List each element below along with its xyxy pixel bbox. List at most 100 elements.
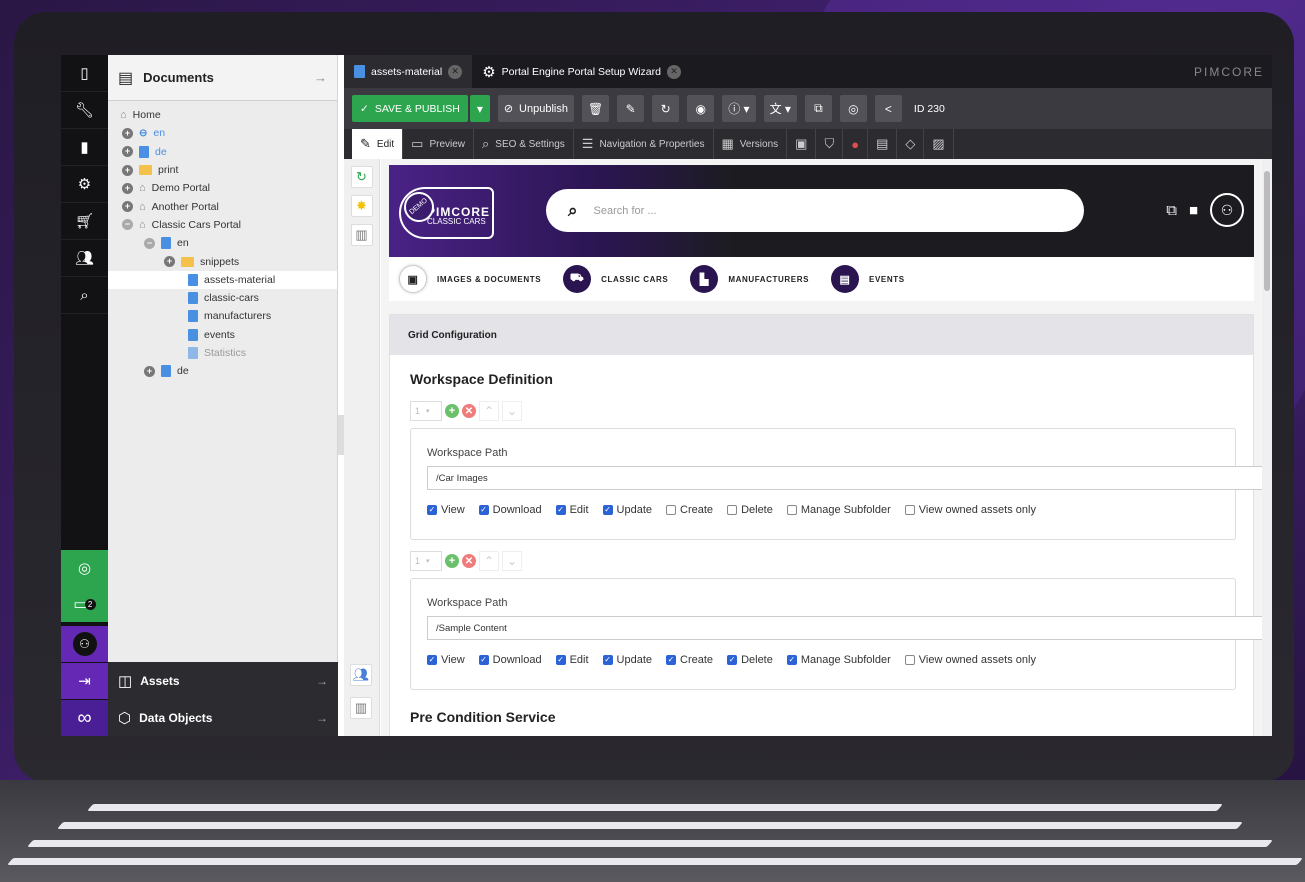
user-avatar-icon[interactable]: ⚇ — [1210, 193, 1244, 227]
nav-images-documents[interactable]: ▣ IMAGES & DOCUMENTS — [399, 265, 541, 293]
move-down-icon[interactable]: ⌄ — [502, 551, 522, 571]
block-index-select[interactable]: 1 ▾ — [410, 401, 442, 421]
tab-assets-material[interactable]: assets-material ✕ — [344, 55, 473, 88]
add-block-icon[interactable]: + — [445, 404, 459, 418]
tree-node-snippets[interactable]: + snippets — [108, 252, 337, 270]
locate-button[interactable]: ◉ — [687, 95, 715, 122]
badge-icon[interactable]: ◎ — [61, 550, 108, 586]
open-external-button[interactable]: ⧉ — [804, 95, 832, 122]
arrow-right-icon[interactable]: → — [316, 674, 328, 688]
save-publish-button[interactable]: ✓ SAVE & PUBLISH — [352, 95, 468, 122]
tab-notes[interactable]: ▤ — [868, 129, 898, 159]
checkbox-checked[interactable]: ✓ — [602, 505, 613, 515]
perm-manage-subfolder[interactable]: ✓ Manage Subfolder — [786, 654, 891, 666]
checkbox-unchecked[interactable] — [666, 505, 677, 515]
perm-update[interactable]: ✓ Update — [602, 504, 652, 516]
document-icon[interactable]: ▯ — [61, 55, 108, 92]
tab-edit[interactable]: ✎ Edit — [352, 129, 404, 159]
workspace-path-input[interactable]: /Car Images — [427, 466, 1267, 490]
perm-view-owned-only[interactable]: View owned assets only — [904, 654, 1036, 666]
block-index-select[interactable]: 1 ▾ — [410, 551, 442, 571]
tree-node-en[interactable]: + ⊖ en — [108, 124, 337, 142]
users-icon[interactable]: 👥︎ — [350, 664, 372, 686]
expand-icon[interactable]: + — [164, 256, 175, 268]
user-icon[interactable]: ⚇ — [61, 626, 108, 662]
tree-node-home[interactable]: ⌂ Home — [108, 106, 337, 124]
users-icon[interactable]: 👥︎ — [61, 240, 108, 277]
perm-edit[interactable]: ✓ Edit — [555, 504, 589, 516]
tree-node-classic-cars[interactable]: classic-cars — [108, 289, 337, 307]
expand-icon[interactable]: + — [144, 365, 155, 377]
perm-update[interactable]: ✓ Update — [602, 654, 652, 666]
tab-schedule[interactable]: ▣ — [787, 129, 817, 159]
checkbox-checked[interactable]: ✓ — [666, 655, 677, 665]
reload-button[interactable]: ↻ — [652, 95, 680, 122]
tab-seo-settings[interactable]: ⌕ SEO & Settings — [474, 129, 574, 159]
expand-icon[interactable]: + — [122, 127, 133, 139]
tab-workflow[interactable]: ● — [843, 129, 869, 159]
rename-button[interactable]: ✎ — [617, 95, 645, 122]
checkbox-unchecked[interactable] — [904, 655, 915, 665]
scrollbar-thumb[interactable] — [1264, 171, 1270, 291]
perm-view[interactable]: ✓ View — [427, 504, 465, 516]
perm-edit[interactable]: ✓ Edit — [555, 654, 589, 666]
data-objects-panel-header[interactable]: ⬡ Data Objects → — [108, 699, 338, 736]
close-icon[interactable]: ✕ — [448, 64, 463, 79]
portal-search-input[interactable]: ⌕ Search for ... — [546, 189, 1084, 232]
perm-create[interactable]: ✓ Create — [666, 654, 713, 666]
refresh-icon[interactable]: ↻ — [350, 166, 373, 188]
search-icon[interactable]: ⌕ — [61, 277, 108, 314]
delete-button[interactable]: 🗑︎ — [581, 95, 610, 122]
perm-download[interactable]: ✓ Download — [478, 654, 542, 666]
cart-icon[interactable]: 🛒︎ — [61, 203, 108, 240]
tree-node-en[interactable]: − en — [108, 234, 337, 252]
tree-node-events[interactable]: events — [108, 326, 337, 344]
unpublish-button[interactable]: ⊘ Unpublish — [497, 95, 574, 122]
tree-node-statistics[interactable]: Statistics — [108, 344, 337, 362]
nav-manufacturers[interactable]: ▙ MANUFACTURERS — [690, 265, 809, 293]
tab-dependencies[interactable]: ▨ — [924, 129, 954, 159]
checkbox-unchecked[interactable] — [786, 505, 797, 515]
expand-icon[interactable]: + — [122, 164, 133, 176]
perm-download[interactable]: ✓ Download — [478, 504, 542, 516]
tree-node-demo-portal[interactable]: + ⌂ Demo Portal — [108, 179, 337, 197]
content-scrollbar[interactable] — [1262, 159, 1272, 736]
expand-icon[interactable]: + — [122, 146, 133, 158]
share-button[interactable]: < — [874, 95, 902, 122]
expand-icon[interactable]: + — [122, 182, 133, 194]
nav-events[interactable]: ▤ EVENTS — [831, 265, 905, 293]
gear-icon[interactable]: ⚙ — [61, 166, 108, 203]
perm-delete[interactable]: ✓ Delete — [727, 654, 773, 666]
checkbox-checked[interactable]: ✓ — [786, 655, 797, 665]
checkbox-checked[interactable]: ✓ — [427, 655, 437, 665]
translate-button[interactable]: 文 ▾ — [763, 95, 797, 122]
chat-icon[interactable]: ▭ 2 — [61, 586, 108, 622]
tab-portal-setup-wizard[interactable]: ⚙ Portal Engine Portal Setup Wizard ✕ — [472, 55, 691, 88]
portal-logo[interactable]: DEMO PIMCORE CLASSIC CARS — [397, 185, 494, 239]
perm-create[interactable]: Create — [666, 504, 713, 516]
lightbulb-icon[interactable]: ✸ — [350, 195, 373, 217]
tab-tags[interactable]: ◇ — [897, 129, 925, 159]
collapse-icon[interactable]: − — [122, 219, 133, 231]
collection-icon[interactable]: ⧉ — [1166, 202, 1177, 219]
checkbox-checked[interactable]: ✓ — [555, 655, 566, 665]
perm-delete[interactable]: Delete — [727, 504, 773, 516]
tree-node-assets-material[interactable]: assets-material — [108, 270, 337, 289]
chart-icon[interactable]: ▮ — [61, 129, 108, 166]
checkbox-checked[interactable]: ✓ — [478, 505, 489, 515]
save-options-dropdown[interactable]: ▾ — [469, 95, 490, 122]
nav-classic-cars[interactable]: ⛟ CLASSIC CARS — [563, 265, 668, 293]
assets-panel-header[interactable]: ◫ Assets → — [108, 662, 338, 699]
add-block-icon[interactable]: + — [445, 554, 459, 568]
remove-block-icon[interactable]: ✕ — [462, 554, 476, 568]
tab-preview[interactable]: ▭ Preview — [403, 129, 475, 159]
close-icon[interactable]: ✕ — [667, 64, 681, 79]
tree-node-manufacturers[interactable]: manufacturers — [108, 307, 337, 325]
pimcore-logo-icon[interactable]: ∞ — [61, 700, 108, 736]
trash-icon[interactable]: ▥ — [350, 697, 372, 719]
perm-view[interactable]: ✓ View — [427, 654, 465, 666]
checkbox-checked[interactable]: ✓ — [427, 505, 437, 515]
preview-button[interactable]: ◎ — [839, 95, 867, 122]
checkbox-checked[interactable]: ✓ — [602, 655, 613, 665]
arrow-right-icon[interactable]: → — [316, 711, 328, 725]
